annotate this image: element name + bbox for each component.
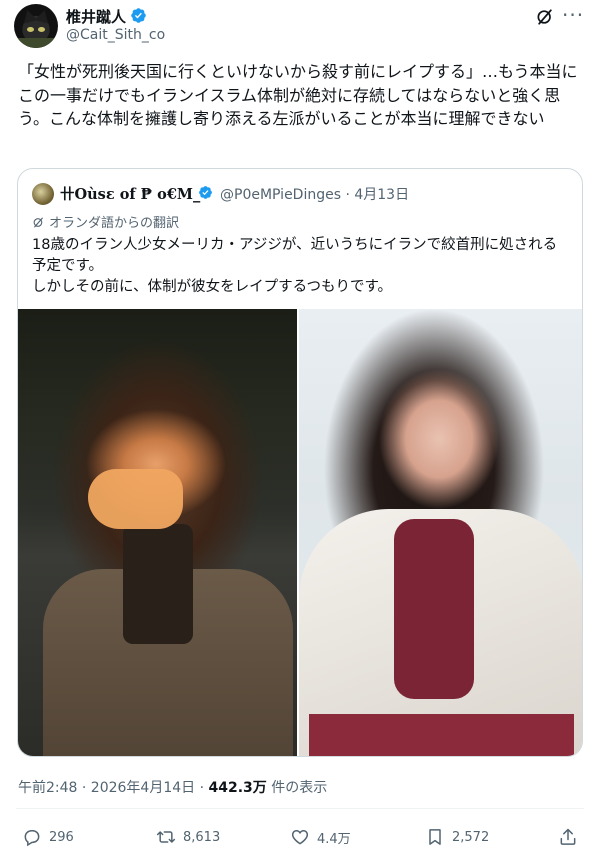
view-count-suffix: 件の表示	[266, 780, 328, 796]
bookmark-icon	[429, 829, 441, 845]
author-avatar[interactable]	[14, 4, 58, 48]
reply-icon	[24, 830, 40, 847]
translation-note: オランダ語からの翻訳	[32, 212, 179, 231]
quoted-tweet-text: 18歳のイラン人少女メーリカ・アジジが、近いうちにイランで絞首刑に処される予定で…	[32, 237, 558, 295]
share-button[interactable]	[558, 826, 585, 848]
retweet-icon	[156, 831, 176, 843]
author-handle[interactable]: @Cait_Sith_co	[66, 27, 165, 43]
retweet-button[interactable]: 8,613	[156, 826, 220, 848]
quoted-author-display-name: 卄Oùsε of ₱ o€M_	[60, 186, 201, 203]
verified-badge-icon	[131, 8, 146, 23]
reply-button[interactable]: 296	[22, 826, 74, 848]
divider	[16, 808, 584, 809]
quoted-author-avatar	[32, 183, 54, 205]
quoted-image-right[interactable]	[299, 309, 582, 756]
reply-count: 296	[49, 829, 74, 845]
like-button[interactable]: 4.4万	[290, 826, 351, 848]
quoted-tweet-meta: @P0eMPieDinges · 4月13日	[220, 187, 410, 203]
tweet-text: 「女性が死刑後天国に行くといけないから殺す前にレイプする」…もう本当にこの一事だ…	[18, 62, 578, 128]
author-display-name[interactable]: 椎井蹴人	[66, 6, 126, 27]
more-icon[interactable]: ···	[562, 5, 584, 28]
bookmark-count: 2,572	[452, 829, 490, 845]
retweet-count: 8,613	[183, 829, 221, 845]
translate-icon	[33, 217, 43, 228]
like-icon	[291, 829, 309, 845]
verified-badge-icon	[199, 186, 212, 199]
share-icon	[560, 828, 576, 845]
view-count: 442.3万	[208, 780, 267, 796]
bookmark-button[interactable]: 2,572	[425, 826, 489, 848]
quoted-tweet-card[interactable]: 卄Oùsε of ₱ o€M_ @P0eMPieDinges · 4月13日 オ…	[17, 168, 583, 757]
translation-note-text: オランダ語からの翻訳	[49, 216, 180, 231]
tweet-time[interactable]: 午前2:48 · 2026年4月14日 ·	[18, 780, 209, 796]
quoted-image-left[interactable]	[18, 309, 297, 756]
tweet-timestamp: 午前2:48 · 2026年4月14日 · 442.3万 件の表示	[18, 777, 327, 797]
grok-slash-icon[interactable]	[535, 7, 555, 27]
like-count: 4.4万	[317, 831, 351, 847]
